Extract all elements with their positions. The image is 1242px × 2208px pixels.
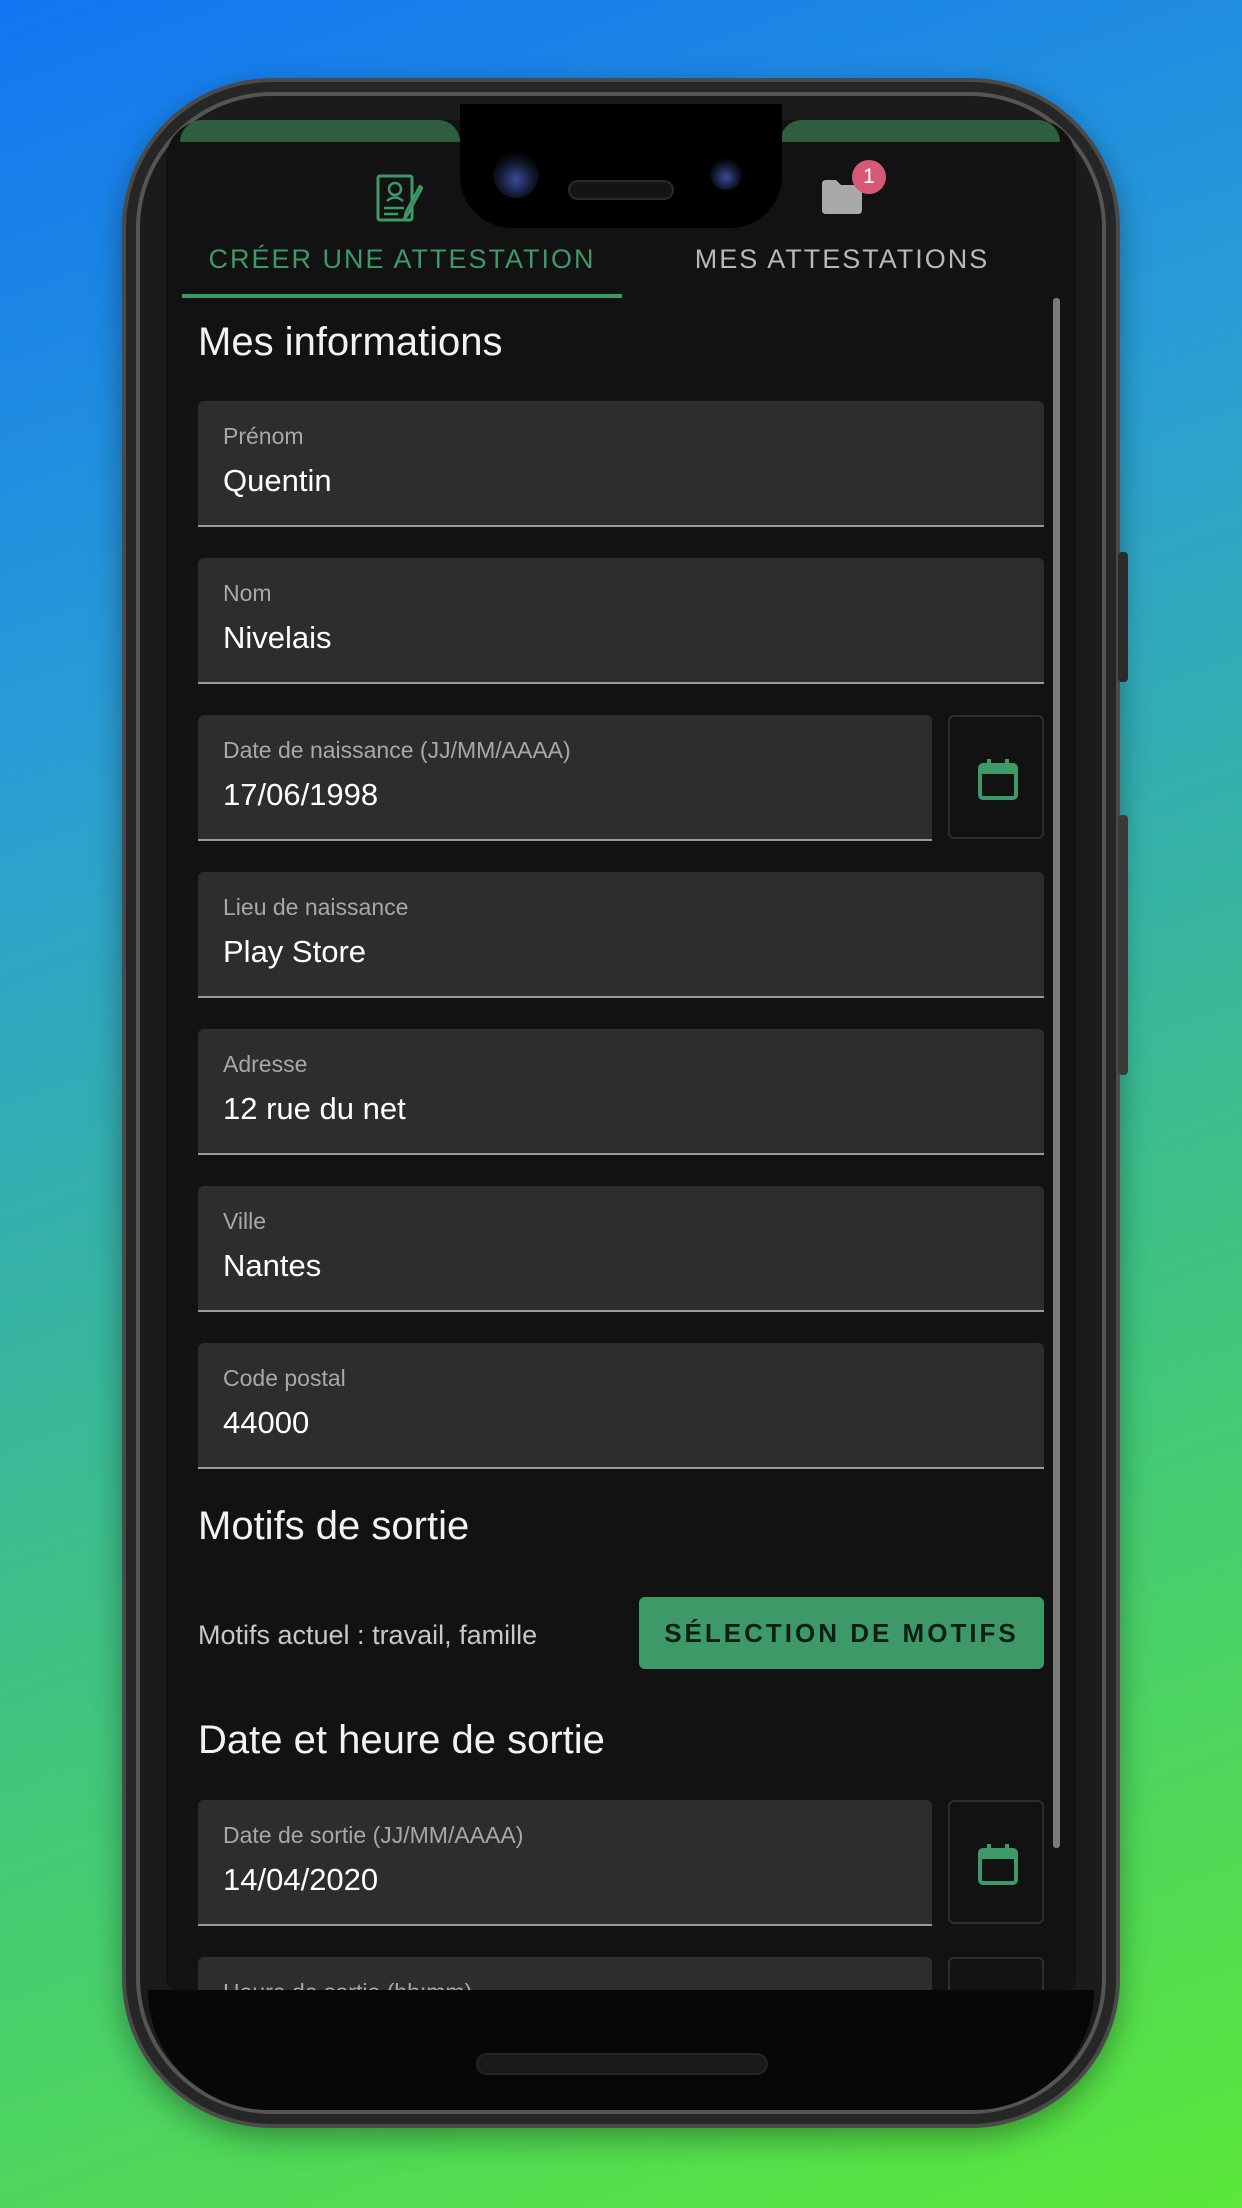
city-label: Ville	[223, 1208, 267, 1234]
front-sensor	[710, 158, 742, 190]
volume-button-hardware	[1118, 815, 1128, 1075]
status-bar-right	[780, 120, 1060, 142]
calendar-icon	[978, 1844, 1018, 1885]
active-tab-indicator	[182, 294, 622, 298]
postal-code-value: 44000	[223, 1405, 310, 1440]
power-button-hardware	[1118, 552, 1128, 682]
section-title-info: Mes informations	[198, 320, 503, 364]
city-value: Nantes	[223, 1248, 322, 1283]
nom-value: Nivelais	[223, 620, 332, 655]
scrollbar[interactable]	[1053, 298, 1060, 1848]
birthplace-value: Play Store	[223, 934, 367, 969]
calendar-icon	[978, 759, 1018, 800]
section-title-datetime: Date et heure de sortie	[198, 1718, 605, 1762]
tab-create-label: CRÉER UNE ATTESTATION	[208, 244, 596, 274]
status-bar-left	[180, 120, 460, 142]
birthplace-field[interactable]: Lieu de naissance Play Store	[198, 872, 1044, 998]
postal-code-field[interactable]: Code postal 44000	[198, 1343, 1044, 1469]
phone-chin	[148, 1990, 1094, 2110]
nom-label: Nom	[223, 580, 272, 606]
home-indicator	[476, 2053, 768, 2075]
birthdate-value: 17/06/1998	[223, 777, 379, 812]
birthdate-calendar-button[interactable]	[948, 715, 1044, 839]
section-title-motifs: Motifs de sortie	[198, 1504, 470, 1548]
address-field[interactable]: Adresse 12 rue du net	[198, 1029, 1044, 1155]
prenom-field[interactable]: Prénom Quentin	[198, 401, 1044, 527]
tab-my-attestations-label: MES ATTESTATIONS	[694, 244, 990, 274]
front-camera	[493, 152, 539, 198]
earpiece-speaker	[568, 180, 674, 200]
birthdate-label: Date de naissance (JJ/MM/AAAA)	[223, 737, 571, 763]
exit-date-field[interactable]: Date de sortie (JJ/MM/AAAA) 14/04/2020	[198, 1800, 932, 1926]
exit-date-label: Date de sortie (JJ/MM/AAAA)	[223, 1822, 524, 1848]
notification-badge: 1	[852, 160, 886, 194]
prenom-value: Quentin	[223, 463, 332, 498]
birthdate-field[interactable]: Date de naissance (JJ/MM/AAAA) 17/06/199…	[198, 715, 932, 841]
select-motifs-button[interactable]: SÉLECTION DE MOTIFS	[639, 1597, 1044, 1669]
current-motifs-text: Motifs actuel : travail, famille	[198, 1620, 538, 1650]
birthplace-label: Lieu de naissance	[223, 894, 409, 920]
prenom-label: Prénom	[223, 423, 304, 449]
address-value: 12 rue du net	[223, 1091, 406, 1126]
address-label: Adresse	[223, 1051, 308, 1077]
nom-field[interactable]: Nom Nivelais	[198, 558, 1044, 684]
exit-date-calendar-button[interactable]	[948, 1800, 1044, 1924]
certificate-pen-icon	[376, 174, 428, 229]
exit-date-value: 14/04/2020	[223, 1862, 379, 1897]
postal-code-label: Code postal	[223, 1365, 346, 1391]
city-field[interactable]: Ville Nantes	[198, 1186, 1044, 1312]
